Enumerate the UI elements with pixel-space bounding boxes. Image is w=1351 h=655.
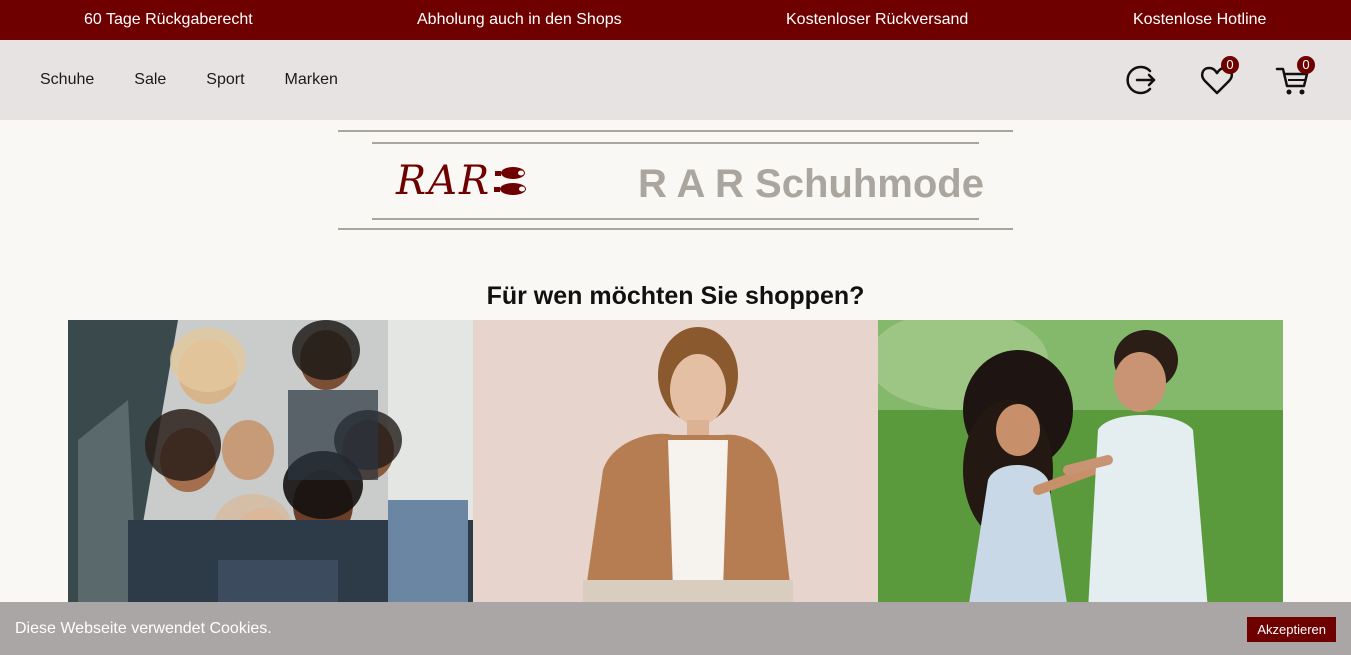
promo-store-pickup: Abholung auch in den Shops xyxy=(417,11,622,28)
tile-women[interactable] xyxy=(68,320,473,610)
tile-kids[interactable] xyxy=(878,320,1283,610)
promo-free-return-shipping: Kostenloser Rückversand xyxy=(786,11,969,28)
brand-banner-inner: RAR R A R Schuhmode xyxy=(372,142,984,220)
men-portrait-photo xyxy=(473,320,878,610)
brand-logo[interactable]: RAR xyxy=(396,158,529,204)
women-group-photo xyxy=(68,320,473,610)
nav-link-marken[interactable]: Marken xyxy=(285,71,338,89)
login-icon xyxy=(1126,65,1156,95)
nav-link-sale[interactable]: Sale xyxy=(134,71,166,89)
accept-cookies-button[interactable]: Akzeptieren xyxy=(1247,617,1336,642)
nav-links: Schuhe Sale Sport Marken xyxy=(40,40,378,120)
login-button[interactable] xyxy=(1123,62,1159,98)
nav-link-sport[interactable]: Sport xyxy=(206,71,244,89)
brand-banner: RAR R A R Schuhmode xyxy=(338,130,1013,230)
kids-playing-photo xyxy=(878,320,1283,610)
tile-men[interactable] xyxy=(473,320,878,610)
nav-icons: 0 0 xyxy=(1083,40,1315,120)
promo-free-hotline: Kostenlose Hotline xyxy=(1133,11,1267,28)
main-nav: Schuhe Sale Sport Marken 0 0 xyxy=(0,40,1351,120)
cart-button[interactable]: 0 xyxy=(1275,56,1315,98)
wishlist-count-badge: 0 xyxy=(1221,56,1239,74)
nav-link-schuhe[interactable]: Schuhe xyxy=(40,71,94,89)
cart-count-badge: 0 xyxy=(1297,56,1315,74)
cookie-message: Diese Webseite verwendet Cookies. xyxy=(15,620,272,637)
shop-for-heading: Für wen möchten Sie shoppen? xyxy=(486,282,865,310)
brand-name: R A R Schuhmode xyxy=(638,162,984,206)
promo-returns: 60 Tage Rückgaberecht xyxy=(84,11,253,28)
promo-bar: 60 Tage Rückgaberecht Abholung auch in d… xyxy=(0,0,1351,40)
wishlist-button[interactable]: 0 xyxy=(1199,56,1239,98)
footprints-icon xyxy=(494,167,527,195)
audience-tiles xyxy=(68,320,1283,610)
brand-logo-mark: RAR xyxy=(396,158,492,204)
cookie-banner: Diese Webseite verwendet Cookies. Akzept… xyxy=(0,602,1351,655)
